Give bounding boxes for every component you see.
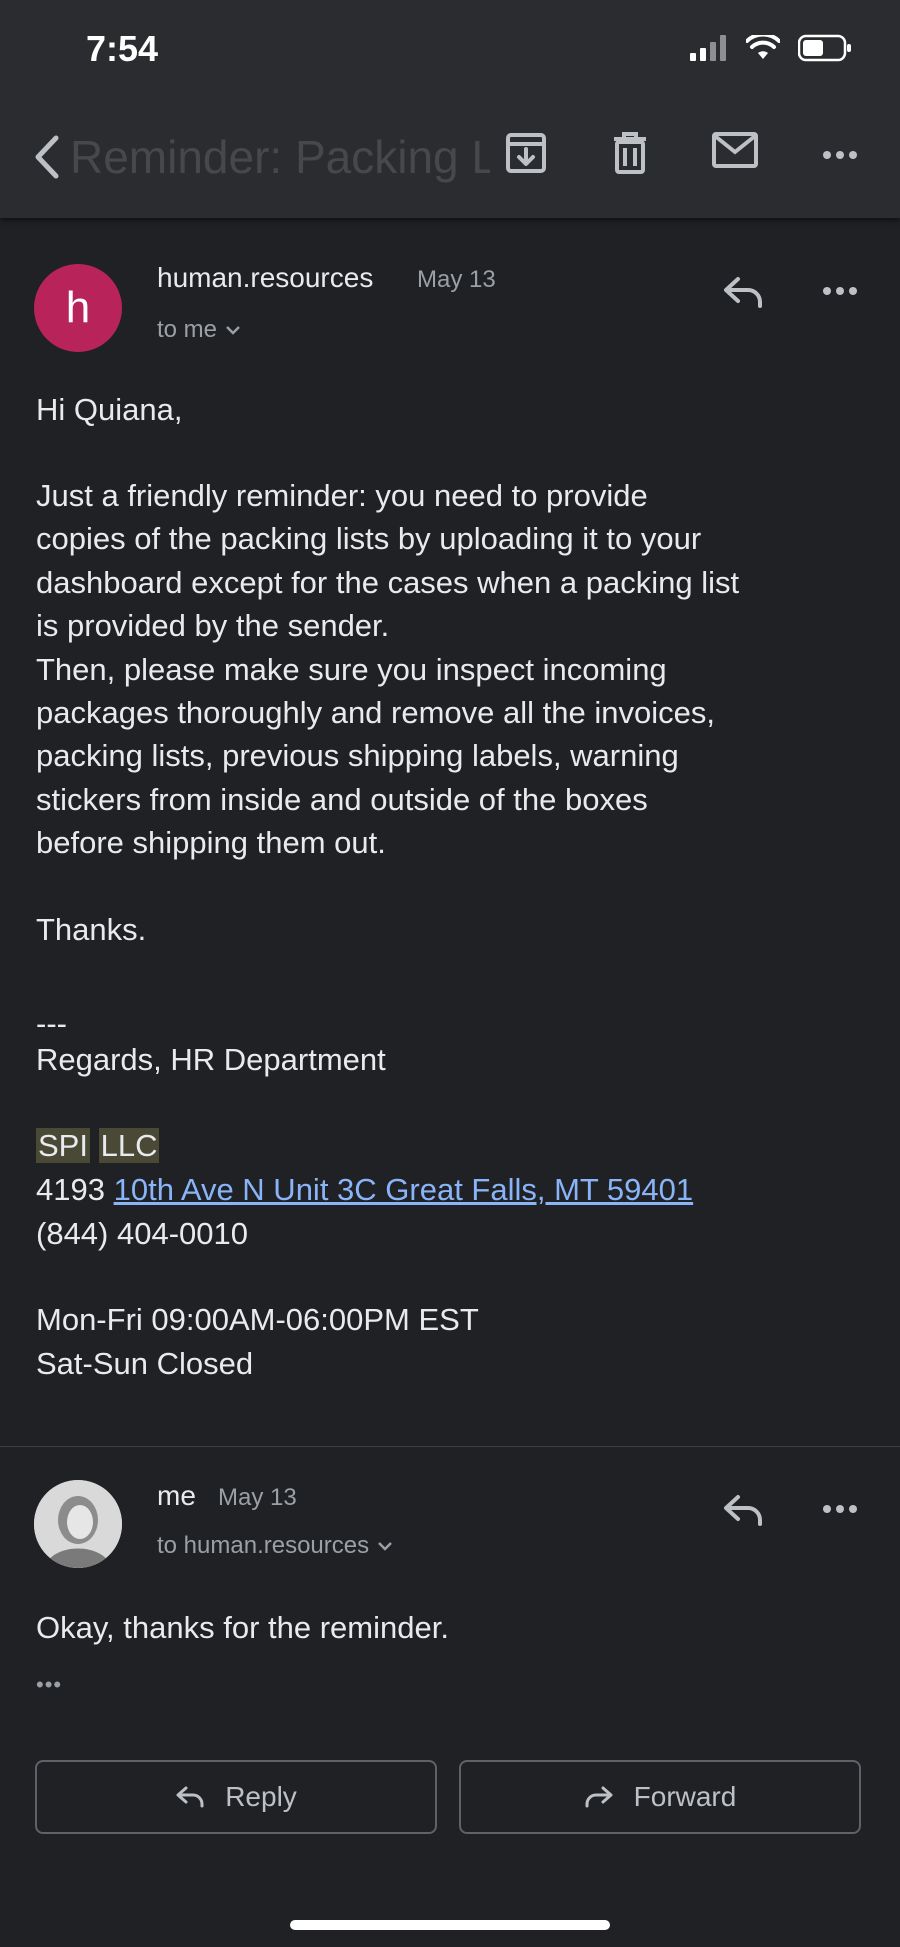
email-subject: Reminder: Packing List	[70, 131, 490, 183]
company-name: SPI LLC	[36, 1124, 160, 1167]
reply-button-label: Reply	[225, 1781, 297, 1812]
message-divider	[0, 1446, 900, 1447]
reply-sender-name[interactable]: me	[157, 1480, 196, 1512]
phone-number: (844) 404-0010	[36, 1216, 248, 1251]
hours-weekend: Sat-Sun Closed	[36, 1346, 254, 1381]
chevron-down-icon	[378, 1542, 392, 1551]
message-more-icon[interactable]	[822, 286, 858, 296]
profile-photo-icon	[34, 1480, 122, 1568]
message-paragraph: Just a friendly reminder: you need to pr…	[36, 478, 740, 861]
signature-regards: Regards, HR Department	[36, 1042, 386, 1077]
reply-body: Okay, thanks for the reminder.	[36, 1610, 449, 1645]
home-indicator[interactable]	[290, 1920, 610, 1930]
sender-avatar[interactable]: h	[34, 264, 122, 352]
my-avatar[interactable]	[34, 1480, 122, 1568]
status-icons	[690, 34, 852, 62]
forward-button[interactable]: Forward	[459, 1760, 861, 1834]
chevron-down-icon	[226, 326, 240, 335]
reply-recipient-details[interactable]: to human.resources	[157, 1532, 393, 1560]
wifi-icon	[746, 35, 780, 59]
cellular-signal-icon	[690, 35, 726, 61]
reply-icon[interactable]	[722, 1494, 764, 1526]
company-word-1: SPI	[36, 1128, 90, 1163]
show-trimmed-content[interactable]: •••	[36, 1672, 62, 1698]
more-options-icon[interactable]	[822, 150, 858, 160]
reply-recipient-label: to human.resources	[157, 1532, 370, 1559]
address-line: 4193 10th Ave N Unit 3C Great Falls, MT …	[36, 1168, 693, 1211]
back-arrow-icon[interactable]	[32, 134, 62, 180]
company-word-2: LLC	[98, 1128, 160, 1163]
reply-icon[interactable]	[722, 276, 764, 308]
reply-button[interactable]: Reply	[35, 1760, 437, 1834]
recipient-label: to me	[157, 316, 218, 343]
forward-button-label: Forward	[633, 1781, 737, 1812]
greeting: Hi Quiana,	[36, 392, 183, 427]
archive-icon[interactable]	[505, 132, 547, 174]
address-number: 4193	[36, 1172, 105, 1207]
recipient-details[interactable]: to me	[157, 316, 241, 344]
sender-name[interactable]: human.resources	[157, 262, 373, 294]
forward-icon	[585, 1786, 613, 1808]
message-date: May 13	[417, 266, 496, 293]
mark-unread-icon[interactable]	[712, 132, 758, 168]
address-link[interactable]: 10th Ave N Unit 3C Great Falls, MT 59401	[114, 1172, 694, 1207]
top-app-bar: 7:54 Reminder: Packing List	[0, 0, 900, 218]
battery-icon	[798, 34, 851, 62]
thanks-line: Thanks.	[36, 912, 147, 947]
message-more-icon[interactable]	[822, 1504, 858, 1514]
status-time: 7:54	[86, 28, 159, 69]
hours-weekday: Mon-Fri 09:00AM-06:00PM EST	[36, 1302, 479, 1337]
reply-icon	[176, 1786, 204, 1808]
reply-date: May 13	[218, 1484, 297, 1511]
delete-icon[interactable]	[612, 132, 648, 174]
